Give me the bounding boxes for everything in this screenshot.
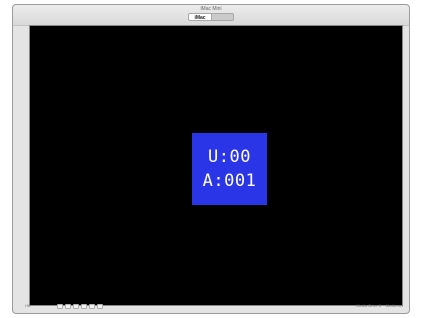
page-dot[interactable] bbox=[73, 304, 79, 309]
page-dot[interactable] bbox=[97, 304, 103, 309]
window-title: iMac Mini bbox=[200, 6, 222, 12]
tab-bar: iMac bbox=[13, 13, 409, 21]
status-bar: HD Media Drive 8 Media set bbox=[13, 299, 409, 313]
video-viewport[interactable]: U:00 A:001 bbox=[29, 25, 403, 306]
tab-secondary[interactable] bbox=[211, 13, 234, 21]
title-bar[interactable]: iMac Mini iMac bbox=[13, 5, 409, 26]
osd-line-a: A:001 bbox=[202, 171, 257, 191]
page-dot[interactable] bbox=[89, 304, 95, 309]
osd-line-u: U:00 bbox=[208, 147, 251, 167]
page-dot[interactable] bbox=[57, 304, 63, 309]
status-right-secondary: Media set bbox=[385, 303, 403, 308]
page-dot[interactable] bbox=[65, 304, 71, 309]
status-left-text: HD bbox=[25, 303, 31, 308]
app-window: iMac Mini iMac U:00 A:001 HD Media Drive… bbox=[12, 4, 410, 314]
status-right-text: Media Drive 8 bbox=[356, 303, 381, 308]
tab-imac[interactable]: iMac bbox=[188, 13, 212, 21]
osd-overlay: U:00 A:001 bbox=[192, 133, 267, 205]
page-dot[interactable] bbox=[81, 304, 87, 309]
page-indicator bbox=[57, 304, 103, 309]
